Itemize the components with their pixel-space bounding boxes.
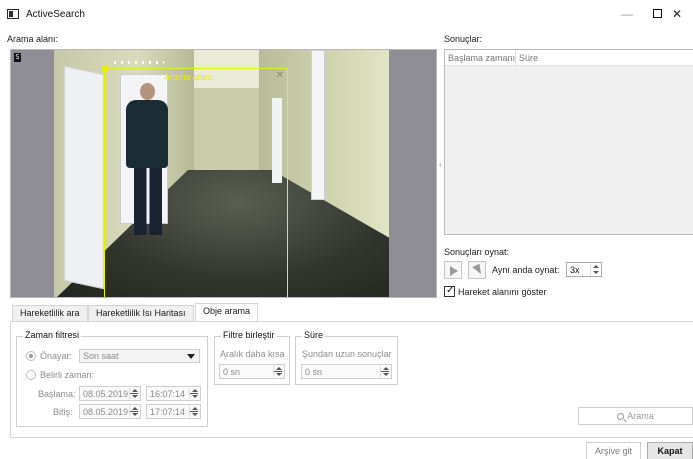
search-area-label: Arama alanı: — [7, 34, 59, 44]
end-date-field[interactable]: 08.05.2019 — [79, 404, 141, 419]
search-button-label: Arama — [627, 411, 654, 421]
maximize-button[interactable] — [642, 4, 672, 24]
stepper-divider — [130, 393, 138, 394]
minimize-button[interactable]: — — [612, 4, 642, 24]
stepper-divider — [274, 371, 282, 372]
longer-results-label: Şundan uzun sonuçlar — [302, 349, 392, 359]
tab-object-search[interactable]: Obje arama — [195, 303, 259, 322]
simultaneous-value: 3x — [570, 265, 580, 275]
close-window-button[interactable]: ✕ — [672, 4, 693, 24]
close-button[interactable]: Kapat — [647, 442, 693, 459]
start-date-value: 08.05.2019 — [83, 389, 129, 399]
results-table[interactable]: Başlama zamanı Süre — [444, 49, 693, 235]
playback-label: Sonuçları oynat: — [444, 247, 510, 257]
preset-radio[interactable] — [26, 351, 36, 361]
timestamp-overlay — [114, 61, 164, 64]
stepper-arrows-icon[interactable] — [590, 264, 600, 275]
camera-frame: Arama alanı ✕ — [54, 50, 389, 297]
play-button[interactable] — [444, 261, 462, 279]
tab-heatmap[interactable]: Hareketlilik Isı Haritası — [88, 305, 194, 321]
preset-label: Önayar: — [40, 351, 73, 361]
play-icon — [450, 266, 458, 276]
region-resize-handle[interactable] — [102, 66, 108, 72]
interval-label: Aralık daha kısa — [220, 349, 285, 359]
go-to-archive-button[interactable]: Arşive git — [586, 442, 641, 459]
column-separator — [515, 50, 516, 66]
end-time-value: 17:07:14 — [150, 407, 186, 417]
start-time-value: 16:07:14 — [150, 389, 186, 399]
tab-motion-search[interactable]: Hareketlilik ara — [12, 305, 88, 321]
merge-filter-title: Filtre birleştir — [221, 330, 277, 340]
results-label: Sonuçlar: — [444, 34, 483, 44]
region-label: Arama alanı — [164, 72, 213, 82]
column-duration[interactable]: Süre — [519, 53, 538, 63]
step-button[interactable] — [468, 261, 486, 279]
camera-stamp: S — [14, 53, 21, 62]
search-icon — [617, 413, 625, 420]
show-motion-label: Hareket alanını göster — [458, 287, 547, 297]
longer-results-value: 0 sn — [305, 367, 323, 377]
splitter-handle[interactable]: ‹ — [439, 160, 443, 174]
stepper-divider — [190, 411, 198, 412]
simultaneous-stepper[interactable]: 3x — [566, 262, 602, 277]
results-header: Başlama zamanı Süre — [445, 50, 693, 66]
custom-time-label: Belirli zaman: — [40, 370, 95, 380]
stepper-divider — [190, 393, 198, 394]
custom-time-radio[interactable] — [26, 370, 36, 380]
start-time-field[interactable]: 16:07:14 — [146, 386, 201, 401]
app-icon — [7, 9, 19, 19]
longer-results-stepper[interactable]: 0 sn — [301, 364, 392, 379]
video-preview[interactable]: Arama alanı ✕ S — [10, 49, 437, 298]
scene-door-left — [64, 65, 104, 290]
end-label: Bitiş: — [53, 407, 73, 417]
start-date-field[interactable]: 08.05.2019 — [79, 386, 141, 401]
start-label: Başlama: — [38, 389, 76, 399]
interval-stepper[interactable]: 0 sn — [219, 364, 285, 379]
preset-value: Son saat — [83, 351, 119, 361]
column-start-time[interactable]: Başlama zamanı — [448, 53, 515, 63]
time-filter-title: Zaman filtresi — [23, 330, 82, 340]
interval-value: 0 sn — [223, 367, 241, 377]
chevron-down-icon — [187, 354, 195, 359]
region-close-icon[interactable]: ✕ — [276, 70, 284, 81]
stepper-divider — [130, 411, 138, 412]
cursor-icon — [472, 263, 484, 277]
end-date-value: 08.05.2019 — [83, 407, 129, 417]
search-button[interactable]: Arama — [578, 407, 693, 425]
title-bar: ActiveSearch — ✕ — [0, 0, 693, 28]
search-area-region[interactable]: Arama alanı ✕ — [102, 66, 288, 297]
end-time-field[interactable]: 17:07:14 — [146, 404, 201, 419]
maximize-icon — [652, 9, 662, 18]
stepper-divider — [381, 371, 389, 372]
duration-title: Süre — [302, 330, 326, 340]
preset-dropdown[interactable]: Son saat — [79, 349, 200, 363]
simultaneous-label: Aynı anda oynat: — [492, 265, 560, 275]
show-motion-checkbox[interactable] — [444, 285, 455, 297]
scene-door-right — [311, 50, 325, 200]
window-title: ActiveSearch — [26, 9, 85, 20]
